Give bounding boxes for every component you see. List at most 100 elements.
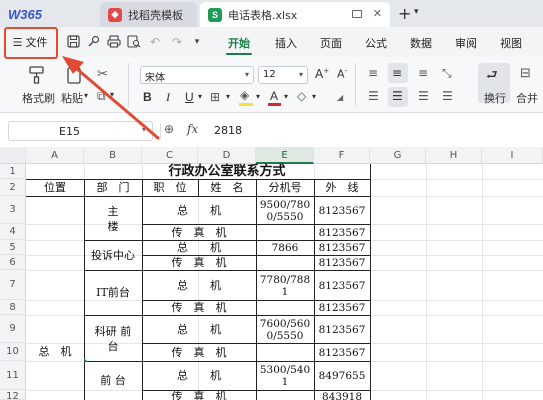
column-header-e[interactable]: E [256,147,314,164]
name-box[interactable]: E15 ▾ [8,121,153,141]
ext-cell[interactable]: 7780/788 1 [256,271,314,300]
tab-view[interactable]: 视图 [500,35,522,51]
ext-cell[interactable]: 5300/540 1 [256,362,314,390]
new-tab-icon[interactable]: + [398,4,411,23]
format-painter-icon[interactable] [27,65,47,85]
chevron-down-icon[interactable]: ▾ [256,92,260,101]
position-operator[interactable]: 总 机 [142,316,256,343]
redo-icon[interactable]: ↷ [170,35,184,49]
bold-icon[interactable]: B [143,90,152,104]
ext-cell[interactable]: 7600/560 0/5550 [256,316,314,343]
border-icon[interactable]: ⊞ [210,90,220,104]
format-painter-label[interactable]: 格式刷 [22,90,55,106]
chevron-down-icon[interactable]: ▾ [226,92,230,101]
select-all-corner[interactable] [0,147,26,164]
underline-icon[interactable]: U [185,90,194,104]
merge-label[interactable]: 合并 [516,90,538,106]
header-line[interactable]: 外 线 [314,180,370,196]
line-cell[interactable]: 8123567 [314,344,370,361]
copy-icon[interactable]: ⧉ [97,89,106,104]
chevron-down-icon[interactable]: ▾ [284,92,288,101]
align-right-icon[interactable]: ☰ [418,89,429,103]
position-fax[interactable]: 传 真 机 [142,391,256,400]
font-color-icon[interactable]: A [270,89,278,103]
tab-page[interactable]: 页面 [320,35,342,51]
row-header-4[interactable]: 4 [0,224,26,240]
header-location[interactable]: 位置 [26,180,84,196]
decrease-font-icon[interactable]: A- [337,67,347,81]
column-header-b[interactable]: B [84,147,142,164]
row-header-2[interactable]: 2 [0,179,26,196]
italic-icon[interactable]: I [166,90,170,105]
line-cell[interactable]: 8123567 [314,197,370,224]
wps-home-tab[interactable]: W365 [0,2,98,27]
column-header-f[interactable]: F [314,147,370,164]
column-header-h[interactable]: H [426,147,482,164]
tab-phone-sheet[interactable]: S 电话表格.xlsx ✕ [200,2,390,27]
column-header-d[interactable]: D [198,147,256,164]
formula-input[interactable]: 2818 [214,124,242,137]
position-operator[interactable]: 总 机 [142,197,256,224]
row-header-7[interactable]: 7 [0,270,26,300]
line-cell[interactable]: 843918 [314,391,370,400]
increase-font-icon[interactable]: A+ [315,67,329,81]
row-header-12[interactable]: 12 [0,390,26,400]
cut-icon[interactable]: ✂ [97,67,108,82]
line-cell[interactable]: 8123567 [314,271,370,300]
sheet-title[interactable]: 行政办公室联系方式 [84,164,370,179]
orientation-icon[interactable]: ⤡ [442,66,452,81]
row-header-8[interactable]: 8 [0,300,26,315]
dept-main-building[interactable]: 主 楼 [84,197,142,240]
row-header-5[interactable]: 5 [0,240,26,255]
font-name-select[interactable]: 宋体 ▾ [140,66,254,84]
chevron-down-icon[interactable]: ▾ [414,7,419,17]
column-header-c[interactable]: C [142,147,198,164]
header-ext[interactable]: 分机号 [256,180,314,196]
position-operator[interactable]: 总 机 [142,362,256,390]
paste-icon[interactable] [65,65,85,85]
location-cell[interactable]: 总 机 [26,343,84,361]
position-operator[interactable]: 总 机 [142,271,256,300]
tab-formula[interactable]: 公式 [365,35,387,51]
position-fax[interactable]: 传 真 机 [142,225,256,240]
zoom-lookup-icon[interactable]: ⊕ [164,122,174,136]
position-fax[interactable]: 传 真 机 [142,301,256,315]
justify-icon[interactable]: ☰ [442,89,453,103]
font-settings-icon[interactable]: ◢ [337,93,343,102]
line-cell[interactable]: 8123567 [314,256,370,270]
save-icon[interactable] [66,35,80,49]
column-header-g[interactable]: G [370,147,426,164]
row-header-11[interactable]: 11 [0,361,26,390]
paste-label[interactable]: 粘贴 [61,90,83,106]
position-fax[interactable]: 传 真 机 [142,344,256,361]
merge-icon[interactable]: ⊟ [520,66,531,81]
dept-front-desk[interactable]: 前 台 [84,362,142,400]
undo-icon[interactable]: ↶ [148,35,162,49]
column-header-a[interactable]: A [26,147,84,164]
line-cell[interactable]: 8123567 [314,241,370,255]
header-position[interactable]: 职 位 [142,180,198,196]
print-preview-icon[interactable] [127,35,141,49]
row-header-1[interactable]: 1 [0,164,26,179]
ext-cell[interactable]: 9500/780 0/5550 [256,197,314,224]
position-operator[interactable]: 总 机 [142,241,256,255]
tab-review[interactable]: 审阅 [455,35,477,51]
line-cell[interactable]: 8123567 [314,301,370,315]
tab-data[interactable]: 数据 [410,35,432,51]
column-header-i[interactable]: I [482,147,543,164]
font-size-select[interactable]: 12 ▾ [258,66,308,84]
fill-color-icon[interactable]: ◈ [240,88,249,102]
dept-complaint-center[interactable]: 投诉中心 [84,241,142,270]
chevron-down-icon[interactable]: ▾ [190,35,204,49]
align-left-icon[interactable]: ☰ [368,89,379,103]
chevron-down-icon[interactable]: ▾ [84,91,88,100]
dept-it-front-desk[interactable]: IT前台 [84,271,142,315]
row-header-6[interactable]: 6 [0,255,26,270]
align-bottom-icon[interactable]: ≡ [418,66,428,80]
chevron-down-icon[interactable]: ▾ [110,90,114,99]
header-name[interactable]: 姓 名 [198,180,256,196]
dept-rnd-front-desk[interactable]: 科研 前 台 [84,316,142,361]
row-header-9[interactable]: 9 [0,315,26,343]
align-top-icon[interactable]: ≡ [368,66,378,80]
clear-format-icon[interactable]: ◇ [297,89,306,103]
